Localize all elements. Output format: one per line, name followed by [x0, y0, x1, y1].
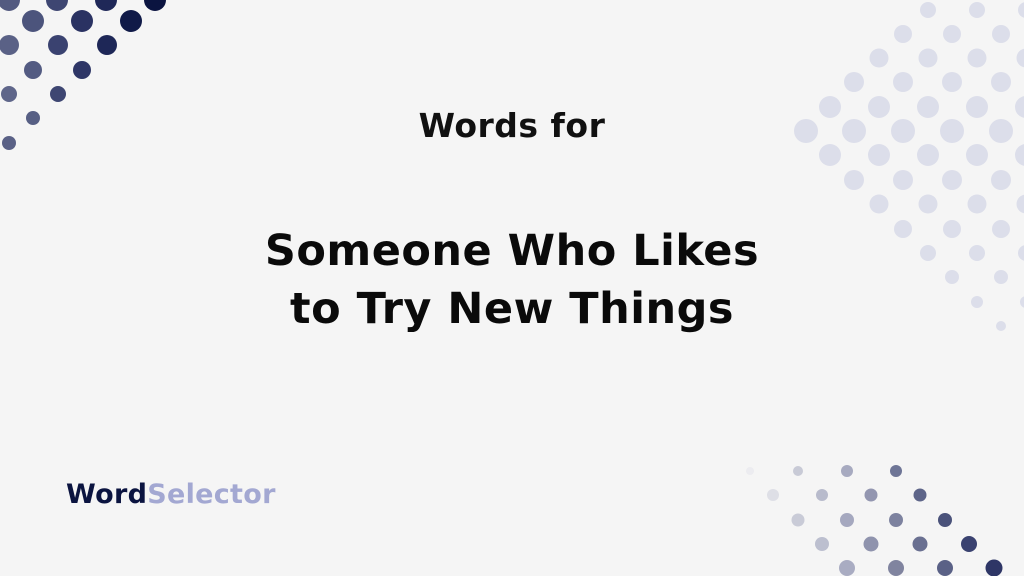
- dot: [22, 10, 44, 32]
- dot: [1018, 2, 1024, 18]
- subtitle: Words for: [418, 106, 606, 145]
- dot: [791, 513, 805, 527]
- dot: [50, 86, 66, 102]
- dot: [1016, 48, 1024, 68]
- dot: [889, 513, 903, 527]
- dot: [48, 35, 68, 55]
- dot: [920, 2, 936, 18]
- dot: [991, 72, 1011, 92]
- dot: [869, 48, 889, 68]
- dot: [918, 194, 938, 214]
- dot: [0, 35, 19, 55]
- dot: [864, 488, 878, 502]
- dot: [985, 559, 1003, 576]
- dot: [24, 61, 42, 79]
- dot: [844, 72, 864, 92]
- dot: [917, 144, 939, 166]
- title-line-2: to Try New Things: [290, 284, 734, 334]
- dot: [913, 488, 927, 502]
- dot: [912, 536, 928, 552]
- dot: [1, 86, 17, 102]
- dot: [890, 465, 902, 477]
- dot: [95, 0, 117, 11]
- dot: [840, 513, 854, 527]
- title-line-1: Someone Who Likes: [264, 226, 760, 276]
- dot: [967, 48, 987, 68]
- dot: [767, 489, 779, 501]
- dot: [893, 170, 913, 190]
- dot: [893, 72, 913, 92]
- dot: [1015, 144, 1024, 166]
- dot: [868, 144, 890, 166]
- dot: [793, 466, 803, 476]
- dot: [839, 560, 855, 576]
- dot: [144, 0, 166, 11]
- dot: [938, 513, 952, 527]
- dot: [869, 194, 889, 214]
- dot: [863, 536, 879, 552]
- dot: [969, 2, 985, 18]
- dot: [967, 194, 987, 214]
- dot: [120, 10, 142, 32]
- dot: [71, 10, 93, 32]
- dot: [961, 536, 977, 552]
- dot: [0, 0, 20, 11]
- dot: [73, 61, 91, 79]
- dot: [918, 48, 938, 68]
- dot: [888, 560, 904, 576]
- dot: [992, 25, 1010, 43]
- dot: [942, 170, 962, 190]
- dot: [97, 35, 117, 55]
- dot: [1016, 194, 1024, 214]
- dot: [816, 489, 828, 501]
- dot: [966, 144, 988, 166]
- wordselector-logo: WordSelector: [66, 479, 276, 510]
- dot: [991, 170, 1011, 190]
- dot: [46, 0, 68, 11]
- dot: [937, 560, 953, 576]
- logo-selector: Selector: [147, 479, 276, 510]
- dot: [894, 25, 912, 43]
- dot: [746, 467, 754, 475]
- logo-word: Word: [66, 479, 148, 510]
- dot: [943, 25, 961, 43]
- dot: [942, 72, 962, 92]
- dot: [844, 170, 864, 190]
- dot: [815, 537, 829, 551]
- dot: [841, 465, 853, 477]
- page-title: Someone Who Likes to Try New Things: [0, 222, 1024, 338]
- dot: [819, 144, 841, 166]
